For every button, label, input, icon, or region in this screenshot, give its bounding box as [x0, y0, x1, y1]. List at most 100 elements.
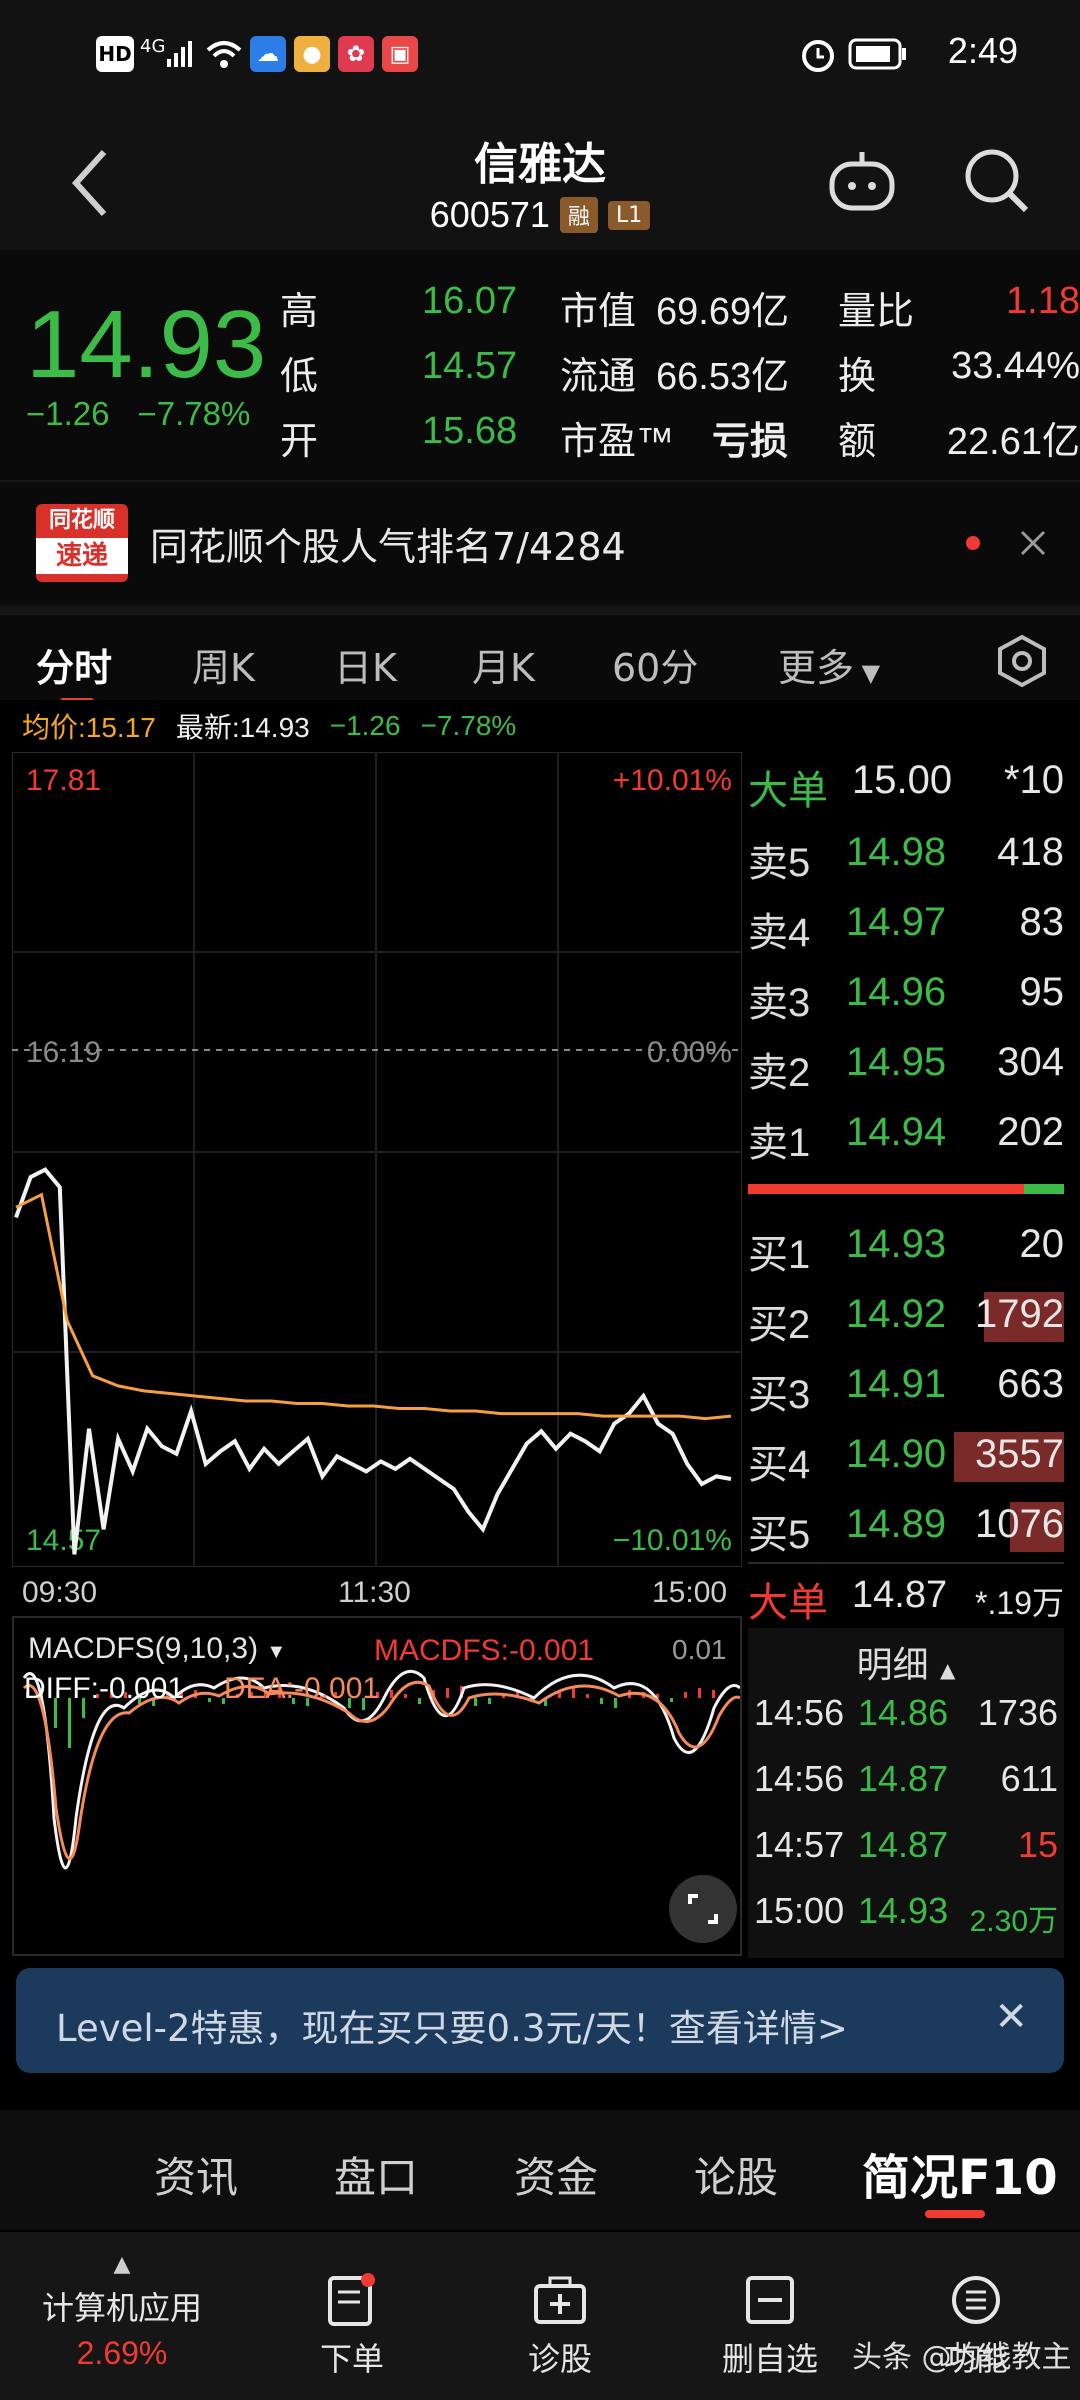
ask-row[interactable]: 卖2 14.95 304 — [748, 1034, 1064, 1095]
ask-price: 14.96 — [846, 970, 947, 1014]
tick-row: 14:56 14.87 611 — [754, 1758, 1058, 1814]
tick-volume: 15 — [1017, 1824, 1058, 1865]
avg-price: 均价:15.17 — [22, 712, 156, 743]
big-buy-label: 大单 — [748, 1580, 828, 1626]
chevron-down-icon: ▼ — [266, 1641, 287, 1663]
volume-ratio-label: 量比 — [838, 291, 915, 333]
hd-icon: HD — [96, 36, 134, 72]
tick-time: 14:56 — [754, 1692, 845, 1733]
tab-intraday[interactable]: 分时 — [36, 637, 112, 692]
x-label-open: 09:30 — [22, 1576, 98, 1609]
ask-row[interactable]: 卖5 14.98 418 — [748, 824, 1064, 885]
tick-detail-panel[interactable]: 明细 ▲ 14:56 14.86 1736 14:56 14.87 611 14:5… — [748, 1628, 1064, 1958]
y-mid-label: 16.19 — [26, 1036, 101, 1069]
bid-row[interactable]: 买4 14.90 3557 — [748, 1426, 1064, 1487]
macd-bar — [404, 1694, 407, 1698]
high-value: 16.07 — [422, 280, 518, 322]
bid-volume: 663 — [997, 1362, 1064, 1406]
macd-right-value: 0.01 — [672, 1634, 727, 1665]
bid-label: 买2 — [748, 1303, 811, 1347]
close-icon[interactable] — [1018, 528, 1048, 558]
ask-row[interactable]: 卖1 14.94 202 — [748, 1104, 1064, 1165]
bid-row[interactable]: 买2 14.92 1792 — [748, 1286, 1064, 1347]
tab-order-book[interactable]: 盘口 — [334, 2144, 418, 2205]
bid-row[interactable]: 买1 14.93 20 — [748, 1216, 1064, 1277]
last-price: 14.93 — [26, 291, 267, 398]
tick-volume: 611 — [1000, 1758, 1058, 1799]
order-book: 大单 15.00 *10 卖5 14.98 418 卖4 14.97 83 卖3 1… — [748, 752, 1064, 1572]
info-tabs: 资讯 盘口 资金 论股 简况F10 — [0, 2110, 1080, 2230]
tab-weekly[interactable]: 周K — [192, 637, 255, 692]
pe-value: 亏损 — [712, 421, 789, 463]
y-min-label: 14.57 — [26, 1524, 101, 1557]
promo-text[interactable]: Level-2特惠，现在买只要0.3元/天！查看详情> — [56, 1998, 848, 2052]
menu-circle-icon — [952, 2276, 1000, 2324]
header: 信雅达 600571 融 L1 — [0, 110, 1080, 250]
robot-assistant-icon[interactable] — [826, 148, 898, 214]
battery-icon — [848, 38, 906, 70]
tab-f10[interactable]: 简况F10 — [862, 2138, 1058, 2208]
macd-panel[interactable]: MACDFS(9,10,3) ▼ MACDFS:-0.001 0.01 DIFF… — [12, 1616, 742, 1956]
search-icon[interactable] — [962, 146, 1032, 216]
bid-row[interactable]: 买3 14.91 663 — [748, 1356, 1064, 1417]
close-icon[interactable]: ✕ — [994, 1994, 1028, 2040]
macd-bar — [670, 1698, 673, 1702]
diagnose-label: 诊股 — [527, 2340, 592, 2378]
dea-line — [22, 1680, 740, 1861]
bid-label: 买1 — [748, 1233, 811, 1277]
sector-button[interactable]: ▲ 计算机应用 2.69% — [22, 2252, 222, 2372]
fullscreen-icon[interactable] — [668, 1874, 738, 1944]
bid-ask-ratio-bar — [748, 1184, 1064, 1194]
ask-price: 14.97 — [846, 900, 947, 944]
tick-time: 14:57 — [754, 1824, 845, 1865]
change-percent: −7.78% — [137, 395, 251, 432]
tab-daily[interactable]: 日K — [334, 637, 397, 692]
ask-row[interactable]: 卖4 14.97 83 — [748, 894, 1064, 955]
status-bar: HD 4G ☁ ● ✿ ▣ 2:49 — [0, 0, 1080, 110]
ask-volume: 418 — [997, 830, 1064, 874]
ths-logo: 同花顺 速递 — [36, 504, 128, 582]
logo-bottom-text: 速递 — [36, 538, 128, 574]
ask-row[interactable]: 卖3 14.96 95 — [748, 964, 1065, 1025]
macd-bar — [446, 1688, 449, 1698]
macd-bar — [600, 1698, 603, 1704]
intraday-chart[interactable]: 17.81 +10.01% 16.19 0.00% 14.57 −10.01% — [12, 752, 742, 1567]
ask-volume: 95 — [1019, 970, 1065, 1014]
low-label: 低 — [280, 356, 319, 398]
tab-more[interactable]: 更多 ▼ — [778, 637, 880, 692]
tick-price: 14.86 — [858, 1692, 949, 1733]
tab-more-label: 更多 — [778, 646, 855, 690]
clock: 2:49 — [947, 30, 1018, 71]
change-value: −1.26 — [26, 395, 110, 432]
macd-selector[interactable]: MACDFS(9,10,3) ▼ — [28, 1632, 287, 1666]
bid-volume: 1792 — [975, 1292, 1064, 1336]
news-text[interactable]: 同花顺个股人气排名7/4284 — [150, 516, 626, 571]
macd-bar — [586, 1694, 589, 1698]
news-banner[interactable]: 同花顺 速递 同花顺个股人气排名7/4284 — [0, 480, 1080, 605]
settings-hexagon-icon[interactable] — [994, 633, 1050, 689]
macd-bar — [208, 1698, 211, 1702]
pct-mid-label: 0.00% — [647, 1036, 732, 1069]
tick-detail-title-label: 明细 — [856, 1645, 929, 1686]
tab-60min[interactable]: 60分 — [612, 637, 698, 692]
tab-capital[interactable]: 资金 — [514, 2144, 598, 2205]
ask-label: 卖1 — [748, 1121, 811, 1165]
ask-volume: 202 — [997, 1110, 1064, 1154]
bid-price: 14.90 — [846, 1432, 947, 1476]
tab-monthly[interactable]: 月K — [472, 637, 535, 692]
remove-favorite-button[interactable]: 删自选 — [700, 2272, 840, 2380]
level2-promo-banner[interactable]: Level-2特惠，现在买只要0.3元/天！查看详情> ✕ — [16, 1968, 1064, 2073]
bid-row[interactable]: 买5 14.89 1076 — [748, 1496, 1064, 1557]
tab-discussion[interactable]: 论股 — [694, 2144, 778, 2205]
tick-volume: 1736 — [977, 1692, 1058, 1733]
tick-detail-title[interactable]: 明细 ▲ — [748, 1636, 1064, 1688]
diagnose-button[interactable]: 诊股 — [490, 2272, 630, 2380]
big-sell-row: 大单 15.00 *10 — [748, 752, 1064, 813]
ask-label: 卖3 — [748, 981, 811, 1025]
order-button[interactable]: 下单 — [282, 2272, 422, 2380]
tab-news[interactable]: 资讯 — [154, 2144, 238, 2205]
ask-portion — [1024, 1184, 1064, 1194]
macd-bar — [614, 1698, 617, 1708]
macd-bar — [418, 1698, 421, 1704]
logo-top-text: 同花顺 — [48, 508, 115, 533]
